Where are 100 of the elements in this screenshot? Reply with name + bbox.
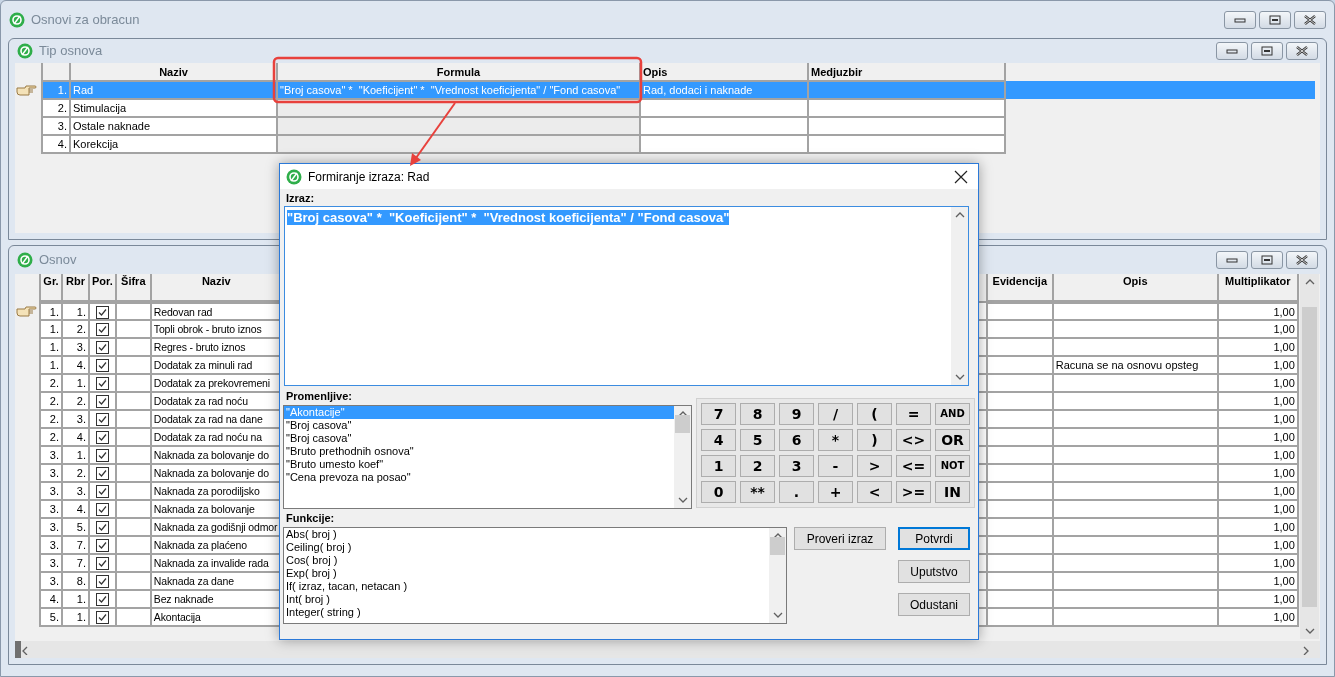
vertical-scrollbar[interactable] [674,406,691,508]
keypad-button[interactable]: OR [935,429,970,451]
close-icon [1295,46,1309,56]
keypad-button[interactable]: >= [896,481,931,503]
close-button[interactable] [1286,42,1318,60]
column-header[interactable]: Opis [640,63,808,81]
close-icon [1303,15,1317,25]
keypad-button[interactable]: AND [935,403,970,425]
minimize-icon [1234,16,1246,24]
column-header[interactable]: Rbr [62,274,89,302]
checkbox[interactable] [95,413,109,426]
scrollbar-thumb[interactable] [1302,306,1317,607]
checkbox[interactable] [95,341,109,354]
app-icon [9,12,25,28]
list-item[interactable]: "Broj casova" [284,432,674,445]
keypad-button[interactable]: ( [857,403,892,425]
list-item[interactable]: "Bruto umesto koef" [284,458,674,471]
keypad-button[interactable]: 6 [779,429,814,451]
checkbox[interactable] [95,539,109,552]
keypad-button[interactable]: < [857,481,892,503]
keypad-button[interactable]: 7 [701,403,736,425]
keypad-button[interactable]: + [818,481,853,503]
checkbox[interactable] [95,377,109,390]
dialog-title: Formiranje izraza: Rad [308,168,430,186]
keypad-button[interactable]: 1 [701,455,736,477]
column-header[interactable]: Naziv [150,274,282,302]
restore-icon [1261,255,1273,265]
keypad-button[interactable]: ** [740,481,775,503]
app-icon [286,168,302,185]
field-label: Izraz: [285,192,316,205]
column-header[interactable]: Evidencija [986,274,1053,302]
keypad-button[interactable]: 3 [779,455,814,477]
keypad-button[interactable]: 5 [740,429,775,451]
checkbox[interactable] [95,557,109,570]
keypad-button[interactable]: 4 [701,429,736,451]
checkbox[interactable] [95,485,109,498]
list-item[interactable]: If( izraz, tacan, netacan ) [284,580,769,593]
keypad-button[interactable]: ) [857,429,892,451]
column-header[interactable]: Šifra [115,274,151,302]
window-title: Osnov [39,251,77,270]
column-header[interactable]: Naziv [70,63,277,81]
scrollbar-thumb[interactable] [770,537,785,555]
maximize-button[interactable] [1251,251,1283,269]
table-row[interactable]: 2. Stimulacija [16,99,1315,117]
keypad-button[interactable]: 0 [701,481,736,503]
keypad-button[interactable]: . [779,481,814,503]
column-header[interactable]: Opis [1052,274,1218,302]
checkbox[interactable] [95,593,109,606]
checkbox[interactable] [95,395,109,408]
column-header[interactable]: Formula [277,63,640,81]
keypad-button[interactable]: 2 [740,455,775,477]
list-item[interactable]: "Broj casova" [284,419,674,432]
checkbox[interactable] [95,611,109,624]
window-title: Tip osnova [39,42,103,61]
list-item[interactable]: Abs( broj ) [284,528,769,541]
cancel-button[interactable]: Odustani [898,593,970,616]
maximize-button[interactable] [1251,42,1283,60]
keypad-button[interactable]: 8 [740,403,775,425]
horizontal-scrollbar[interactable] [15,641,1320,658]
checkbox[interactable] [95,575,109,588]
function-list[interactable]: Abs( broj ) Ceiling( broj ) Cos( broj ) Exp( broj ) If( izraz, tacan, netacan ) Int( broj ) Integer( string ) [283,527,787,624]
checkbox[interactable] [95,359,109,372]
keypad-button[interactable]: IN [935,481,970,503]
maximize-button[interactable] [1259,11,1291,29]
column-header[interactable]: Gr. [40,274,62,302]
list-item[interactable]: "Cena prevoza na posao" [284,471,674,484]
checkbox[interactable] [95,431,109,444]
variable-list[interactable]: "Akontacije" "Broj casova" "Broj casova" "Bruto prethodnih osnova" "Bruto umesto koef" "Cena prevoza na posao" [283,405,692,509]
close-button[interactable] [1286,251,1318,269]
keypad-button[interactable]: 9 [779,403,814,425]
help-button[interactable]: Uputstvo [898,560,970,583]
keypad-button[interactable]: > [857,455,892,477]
checkbox[interactable] [95,323,109,336]
checkbox[interactable] [95,449,109,462]
keypad-button[interactable]: <= [896,455,931,477]
close-button[interactable] [1294,11,1326,29]
confirm-button[interactable]: Potvrdi [898,527,970,550]
restore-icon [1261,46,1273,56]
keypad-button[interactable]: * [818,429,853,451]
keypad-button[interactable]: <> [896,429,931,451]
checkbox[interactable] [95,467,109,480]
column-header[interactable]: Multiplikator [1217,274,1298,302]
checkbox[interactable] [95,521,109,534]
list-item[interactable]: Exp( broj ) [284,567,769,580]
vertical-scrollbar[interactable] [769,528,786,623]
checkbox[interactable] [95,503,109,516]
checkbox[interactable] [95,305,109,318]
table-row[interactable]: 4. Korekcija [16,135,1315,153]
arrow [410,102,456,166]
scrollbar-thumb[interactable] [675,415,690,433]
keypad-button[interactable]: / [818,403,853,425]
keypad-button[interactable]: NOT [935,455,970,477]
check-button[interactable]: Proveri izraz [794,527,886,550]
column-header[interactable]: Medjuzbir [808,63,1005,81]
table-row[interactable]: 3. Ostale naknade [16,117,1315,135]
keypad-button[interactable]: = [896,403,931,425]
column-header[interactable]: Por. [89,274,116,302]
vertical-scrollbar[interactable] [1300,274,1319,639]
keypad-button[interactable]: - [818,455,853,477]
vertical-scrollbar[interactable] [951,207,968,385]
